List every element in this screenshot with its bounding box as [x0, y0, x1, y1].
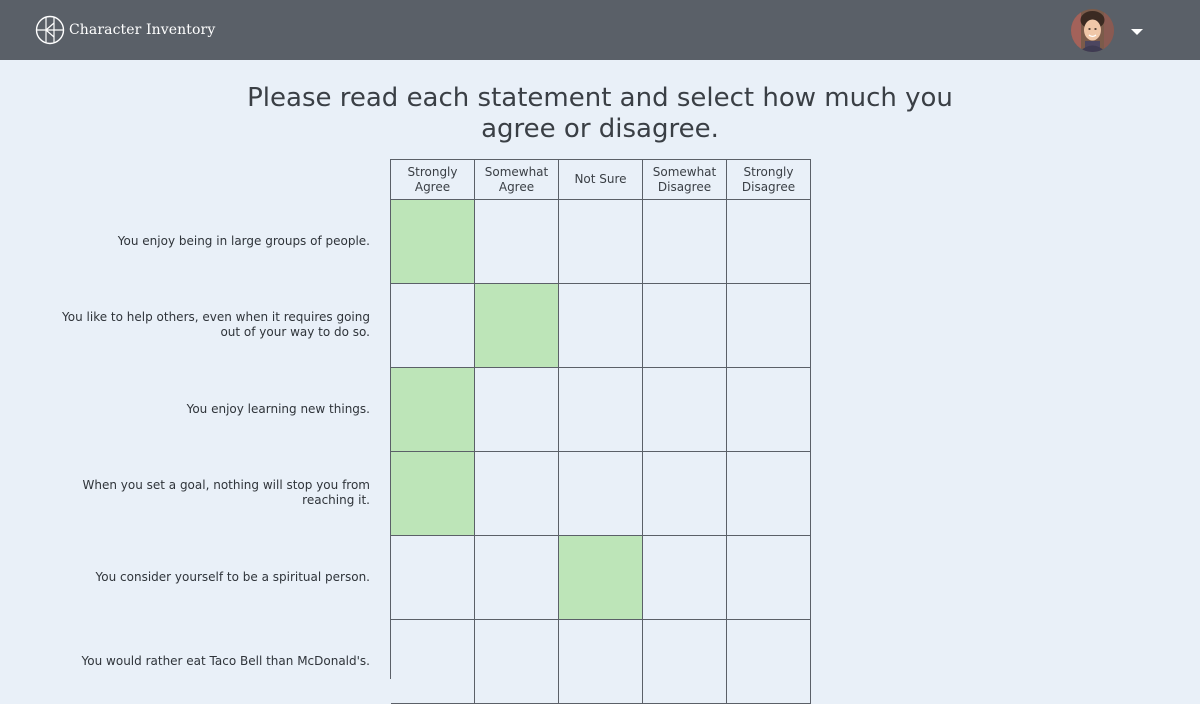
- statement-line-1: You enjoy being in large groups of peopl…: [117, 234, 370, 248]
- response-grid: Strongly Agree Somewhat Agree Not Sure Somewh…: [390, 159, 811, 704]
- statement-line-2: reaching it.: [302, 493, 370, 507]
- response-cell[interactable]: [643, 452, 727, 536]
- column-header-label: Strongly Agree: [398, 165, 468, 195]
- column-header-line-2: Agree: [498, 179, 535, 194]
- column-header: Somewhat Disagree: [643, 160, 727, 200]
- response-cell[interactable]: [391, 452, 475, 536]
- response-cell[interactable]: [727, 284, 811, 368]
- user-avatar[interactable]: [1071, 9, 1114, 52]
- column-header-line-1: Strongly: [407, 164, 458, 179]
- response-cell[interactable]: [727, 536, 811, 620]
- top-nav-bar: Character Inventory: [0, 0, 1200, 60]
- statement-line-1: You would rather eat Taco Bell than McDo…: [81, 654, 370, 668]
- avatar-photo: [1071, 9, 1114, 52]
- statement-text: You consider yourself to be a spiritual …: [60, 570, 370, 585]
- response-cell[interactable]: [391, 368, 475, 452]
- column-header-line-2: Disagree: [741, 179, 796, 194]
- response-cell[interactable]: [727, 200, 811, 284]
- statement-line-1: You enjoy learning new things.: [186, 402, 370, 416]
- response-cell[interactable]: [643, 368, 727, 452]
- app-name: Character Inventory: [69, 22, 216, 38]
- page-heading: Please read each statement and select ho…: [0, 83, 1200, 145]
- response-cell[interactable]: [559, 200, 643, 284]
- response-cell[interactable]: [727, 368, 811, 452]
- column-header-line-2: Disagree: [657, 179, 712, 194]
- column-header-line-1: Strongly: [743, 164, 794, 179]
- column-header-label: Strongly Disagree: [734, 165, 804, 195]
- response-cell[interactable]: [475, 368, 559, 452]
- column-header: Strongly Disagree: [727, 160, 811, 200]
- response-cell[interactable]: [475, 620, 559, 704]
- response-cell[interactable]: [475, 536, 559, 620]
- statement-text: When you set a goal, nothing will stop y…: [60, 478, 370, 508]
- account-menu-caret-button[interactable]: [1126, 24, 1148, 40]
- heading-line-1: Please read each statement and select ho…: [247, 83, 953, 113]
- response-cell[interactable]: [391, 284, 475, 368]
- response-cell[interactable]: [475, 284, 559, 368]
- response-cell[interactable]: [727, 620, 811, 704]
- column-header-label: Somewhat Agree: [482, 165, 552, 195]
- response-cell[interactable]: [391, 620, 475, 704]
- response-cell[interactable]: [643, 536, 727, 620]
- circle-cross-logo-icon: [35, 15, 65, 45]
- response-cell[interactable]: [643, 284, 727, 368]
- column-header-line-1: Somewhat: [484, 164, 549, 179]
- response-cell[interactable]: [475, 452, 559, 536]
- column-header: Not Sure: [559, 160, 643, 200]
- column-header: Strongly Agree: [391, 160, 475, 200]
- statement-text: You would rather eat Taco Bell than McDo…: [60, 654, 370, 669]
- response-cell[interactable]: [559, 368, 643, 452]
- statement-text: You enjoy being in large groups of peopl…: [60, 234, 370, 249]
- column-header-line-1: Not Sure: [574, 172, 627, 186]
- statement-line-1: You like to help others, even when it re…: [62, 310, 370, 324]
- column-header: Somewhat Agree: [475, 160, 559, 200]
- response-cell[interactable]: [559, 452, 643, 536]
- statement-line-2: out of your way to do so.: [220, 325, 370, 339]
- response-cell[interactable]: [559, 620, 643, 704]
- caret-down-icon: [1131, 29, 1143, 35]
- response-cell[interactable]: [391, 536, 475, 620]
- column-header-label: Somewhat Disagree: [650, 165, 720, 195]
- response-cell[interactable]: [643, 200, 727, 284]
- response-cell[interactable]: [643, 620, 727, 704]
- statement-text: You like to help others, even when it re…: [60, 310, 370, 340]
- response-cell[interactable]: [559, 284, 643, 368]
- statement-text: You enjoy learning new things.: [60, 402, 370, 417]
- response-cell[interactable]: [391, 200, 475, 284]
- response-cell[interactable]: [559, 536, 643, 620]
- response-cell[interactable]: [727, 452, 811, 536]
- column-header-line-1: Somewhat: [652, 164, 717, 179]
- column-header-label: Not Sure: [566, 172, 636, 187]
- response-cell[interactable]: [475, 200, 559, 284]
- brand-home-link[interactable]: Character Inventory: [35, 15, 215, 45]
- heading-line-2: agree or disagree.: [481, 114, 719, 144]
- statement-line-1: When you set a goal, nothing will stop y…: [82, 478, 370, 492]
- statement-line-1: You consider yourself to be a spiritual …: [95, 570, 370, 584]
- column-header-line-2: Agree: [414, 179, 451, 194]
